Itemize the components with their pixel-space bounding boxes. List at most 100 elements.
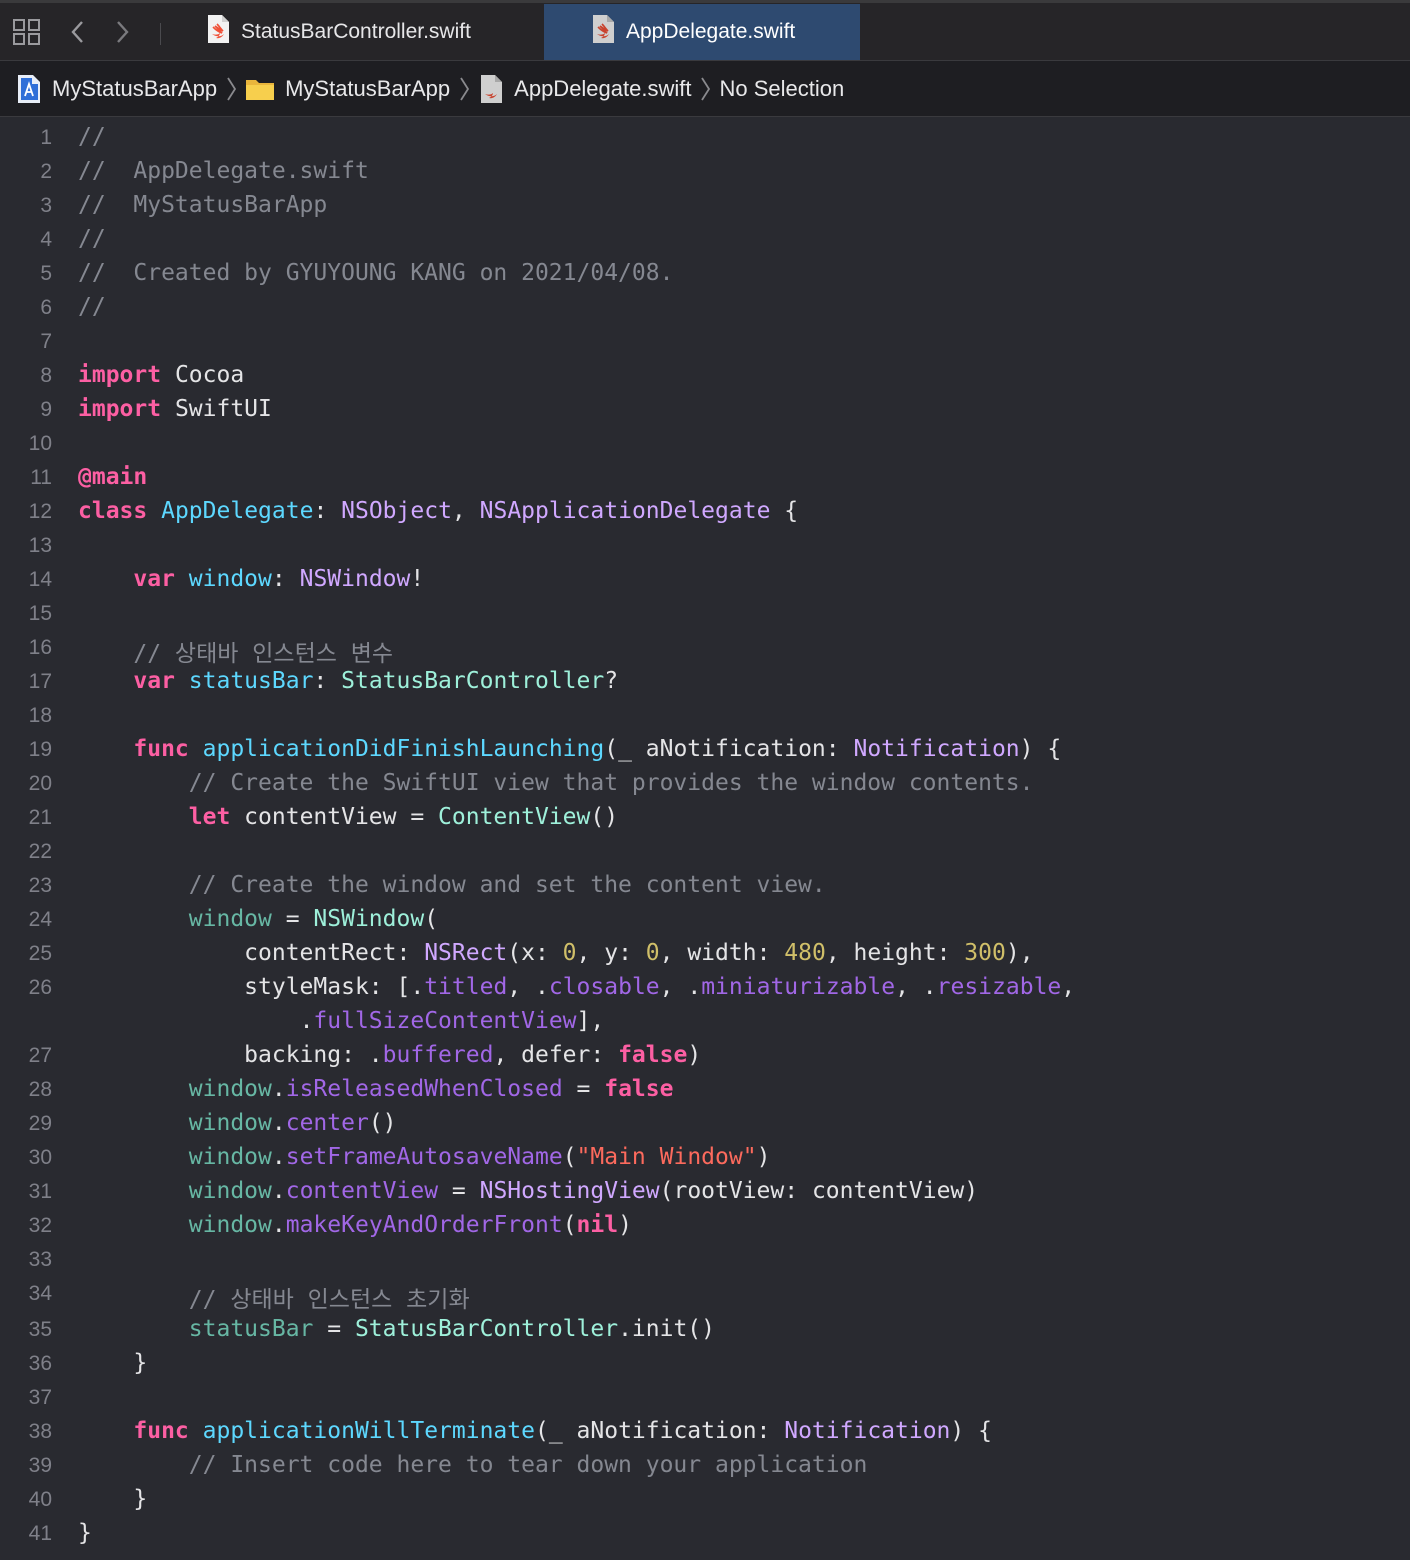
line-number: 26 [28, 976, 52, 999]
code-line: 12 class AppDelegate: NSObject, NSApplic… [0, 496, 1410, 530]
code-line: 34 // 상태바 인스턴스 초기화 [0, 1278, 1410, 1313]
tab-label: StatusBarController.swift [241, 20, 471, 43]
line-number: 33 [28, 1248, 52, 1271]
code-line: 19 func applicationDidFinishLaunching(_ … [0, 734, 1410, 768]
code-line: 38 func applicationWillTerminate(_ aNoti… [0, 1416, 1410, 1450]
line-number: 6 [40, 296, 52, 319]
line-number: 2 [40, 160, 52, 183]
breadcrumb-selection[interactable]: No Selection [719, 76, 844, 102]
swift-file-icon [205, 14, 231, 50]
code-line: 16 // 상태바 인스턴스 변수 [0, 632, 1410, 667]
line-number: 32 [28, 1214, 52, 1237]
line-number: 9 [40, 398, 52, 421]
line-number: 1 [40, 126, 52, 149]
code-line: 32 window.makeKeyAndOrderFront(nil) [0, 1210, 1410, 1244]
code-line: 15 [0, 598, 1410, 632]
line-number: 28 [28, 1078, 52, 1101]
code-line: 27 backing: .buffered, defer: false) [0, 1040, 1410, 1074]
code-line: 40 } [0, 1484, 1410, 1518]
line-number: 40 [28, 1488, 52, 1511]
code-line: 21 let contentView = ContentView() [0, 802, 1410, 836]
chevron-right-icon [458, 75, 470, 103]
line-number: 35 [28, 1318, 52, 1341]
breadcrumb-folder[interactable]: MyStatusBarApp [245, 76, 450, 102]
code-line: 7 [0, 326, 1410, 360]
line-number: 5 [40, 262, 52, 285]
code-line: 2 // AppDelegate.swift [0, 156, 1410, 190]
line-number: 39 [28, 1454, 52, 1477]
code-line: 4 // [0, 224, 1410, 258]
line-number: 10 [28, 432, 52, 455]
chevron-left-icon[interactable] [68, 17, 88, 51]
xcode-project-icon [16, 74, 42, 104]
code-line: 1 // [0, 122, 1410, 156]
line-number: 41 [28, 1522, 52, 1545]
tab-separator [160, 23, 161, 45]
line-number: 24 [28, 908, 52, 931]
line-number: 15 [28, 602, 52, 625]
line-number: 29 [28, 1112, 52, 1135]
line-number: 20 [28, 772, 52, 795]
related-items-grid-icon[interactable] [12, 17, 42, 51]
chevron-right-icon[interactable] [112, 17, 132, 51]
code-line: 23 // Create the window and set the cont… [0, 870, 1410, 904]
swift-file-icon [590, 14, 616, 50]
line-number: 12 [28, 500, 52, 523]
breadcrumb: MyStatusBarApp MyStatusBarApp AppDelegat… [0, 60, 1410, 117]
line-number: 13 [28, 534, 52, 557]
line-number: 14 [28, 568, 52, 591]
code-line: 3 // MyStatusBarApp [0, 190, 1410, 224]
code-line: 20 // Create the SwiftUI view that provi… [0, 768, 1410, 802]
code-line: 36 } [0, 1348, 1410, 1382]
line-number: 30 [28, 1146, 52, 1169]
code-line: 35 statusBar = StatusBarController.init(… [0, 1314, 1410, 1348]
line-number: 36 [28, 1352, 52, 1375]
line-number: 16 [28, 636, 52, 659]
code-line: 18 [0, 700, 1410, 734]
code-line: 6 // [0, 292, 1410, 326]
line-number: 37 [28, 1386, 52, 1409]
code-line: 9 import SwiftUI [0, 394, 1410, 428]
line-number: 34 [28, 1282, 52, 1305]
code-line: 26 styleMask: [.titled, .closable, .mini… [0, 972, 1410, 1006]
folder-icon [245, 76, 275, 102]
chevron-right-icon [699, 75, 711, 103]
code-line: 17 var statusBar: StatusBarController? [0, 666, 1410, 700]
code-line: 11 @main [0, 462, 1410, 496]
tab-appdelegate[interactable]: AppDelegate.swift [544, 4, 860, 60]
line-number: 7 [40, 330, 52, 353]
code-line: 37 [0, 1382, 1410, 1416]
code-line: 28 window.isReleasedWhenClosed = false [0, 1074, 1410, 1108]
tab-label: AppDelegate.swift [626, 20, 796, 43]
line-number: 18 [28, 704, 52, 727]
code-line: 24 window = NSWindow( [0, 904, 1410, 938]
line-number: 23 [28, 874, 52, 897]
line-number: 8 [40, 364, 52, 387]
line-number: 22 [28, 840, 52, 863]
code-editor[interactable]: 1 // 2 // AppDelegate.swift 3 // MyStatu… [0, 118, 1410, 1560]
code-line: 31 window.contentView = NSHostingView(ro… [0, 1176, 1410, 1210]
code-line-wrapped: .fullSizeContentView], [299, 1008, 605, 1034]
chevron-right-icon [225, 75, 237, 103]
code-line: 8 import Cocoa [0, 360, 1410, 394]
code-line: 25 contentRect: NSRect(x: 0, y: 0, width… [0, 938, 1410, 972]
code-line: 5 // Created by GYUYOUNG KANG on 2021/04… [0, 258, 1410, 292]
line-number: 19 [28, 738, 52, 761]
line-number: 17 [28, 670, 52, 693]
line-number: 11 [30, 466, 52, 489]
code-line: 13 [0, 530, 1410, 564]
code-line: 41 } [0, 1518, 1410, 1552]
breadcrumb-file[interactable]: AppDelegate.swift [478, 74, 691, 104]
swift-file-icon [478, 74, 504, 104]
line-number: 25 [28, 942, 52, 965]
code-line: 30 window.setFrameAutosaveName("Main Win… [0, 1142, 1410, 1176]
code-line: 14 var window: NSWindow! [0, 564, 1410, 598]
line-number: 4 [40, 228, 52, 251]
breadcrumb-project[interactable]: MyStatusBarApp [16, 74, 217, 104]
line-number: 27 [28, 1044, 52, 1067]
code-line: 39 // Insert code here to tear down your… [0, 1450, 1410, 1484]
line-number: 38 [28, 1420, 52, 1443]
line-number: 21 [28, 806, 52, 829]
code-line: 29 window.center() [0, 1108, 1410, 1142]
tab-statusbarcontroller[interactable]: StatusBarController.swift [175, 4, 544, 60]
